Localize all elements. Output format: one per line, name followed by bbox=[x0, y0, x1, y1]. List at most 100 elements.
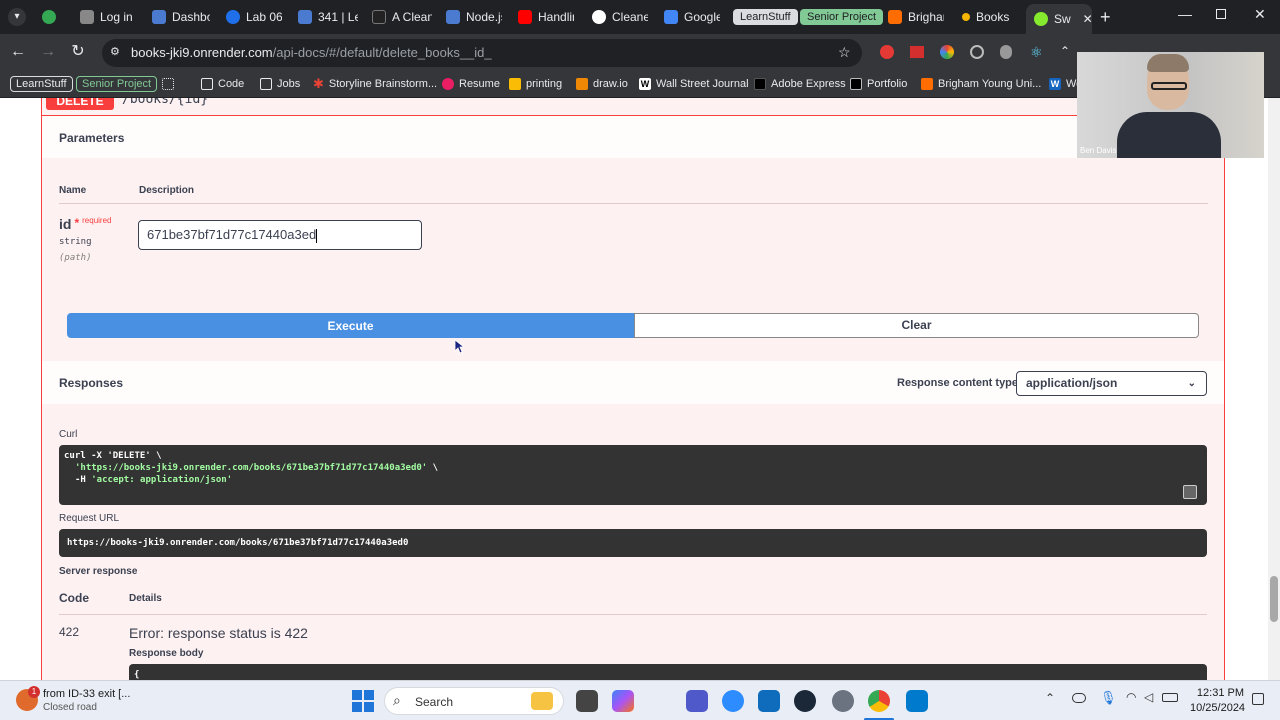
chevron-down-icon: ⌄ bbox=[1187, 378, 1196, 389]
tab-favicon bbox=[152, 10, 166, 24]
close-tab-icon[interactable]: ✕ bbox=[1083, 12, 1092, 26]
webcam-person-glasses bbox=[1151, 82, 1187, 90]
bookmark-drawio[interactable]: draw.io bbox=[576, 75, 628, 93]
byu-icon bbox=[921, 78, 933, 90]
bookmark-group-senior-project[interactable]: Senior Project bbox=[76, 75, 158, 93]
tab-8[interactable]: Handlin bbox=[518, 7, 574, 27]
zoom-icon[interactable] bbox=[722, 690, 744, 712]
execute-button[interactable]: Execute bbox=[67, 313, 634, 338]
tab-label: Log in bbox=[100, 10, 133, 24]
extension-icon[interactable] bbox=[880, 45, 894, 59]
close-window-icon[interactable]: ✕ bbox=[1254, 6, 1266, 23]
tab-6[interactable]: A Clean bbox=[372, 7, 432, 27]
clear-button[interactable]: Clear bbox=[634, 313, 1199, 338]
request-url-label: Request URL bbox=[59, 513, 120, 524]
tab-13[interactable]: Brighan bbox=[888, 7, 944, 27]
bookmark-storyline[interactable]: ✱ Storyline Brainstorm... bbox=[313, 75, 437, 93]
bookmark-resume[interactable]: Resume bbox=[442, 75, 500, 93]
react-devtools-icon[interactable]: ⚛ bbox=[1030, 44, 1043, 61]
tab-favicon bbox=[446, 10, 460, 24]
clock-time[interactable]: 12:31 PM bbox=[1196, 687, 1244, 699]
scrollbar-thumb[interactable] bbox=[1270, 576, 1278, 622]
bookmark-printing[interactable]: printing bbox=[509, 75, 562, 93]
notification-center-icon[interactable] bbox=[1252, 693, 1264, 705]
bookmark-portfolio[interactable]: Portfolio bbox=[850, 75, 907, 93]
task-view-icon[interactable] bbox=[576, 690, 598, 712]
bookmark-folder-code[interactable]: Code bbox=[201, 75, 244, 93]
tab-group-senior-project[interactable]: Senior Project bbox=[800, 7, 884, 27]
tab-active-swagger[interactable]: Sw ✕ bbox=[1026, 4, 1092, 34]
clock-date[interactable]: 10/25/2024 bbox=[1190, 702, 1245, 714]
extension-icon[interactable]: ⌃ bbox=[1060, 44, 1070, 58]
outlook-icon[interactable] bbox=[758, 690, 780, 712]
new-tab-icon[interactable]: + bbox=[1100, 7, 1111, 28]
response-body-text: { bbox=[134, 670, 140, 680]
bookmark-label: Adobe Express bbox=[771, 78, 846, 90]
search-icon: ⌕ bbox=[393, 692, 401, 708]
teams-icon[interactable] bbox=[686, 690, 708, 712]
microphone-icon[interactable]: 🎙 bbox=[1100, 690, 1117, 706]
tab-label: A Clean bbox=[392, 10, 432, 24]
curl-flag: -H bbox=[75, 475, 92, 485]
tab-group-learnstuff[interactable]: LearnStuff bbox=[733, 7, 798, 27]
apps-grid-icon[interactable] bbox=[162, 75, 174, 93]
tab-1[interactable] bbox=[42, 7, 56, 27]
method-badge: DELETE bbox=[46, 98, 114, 110]
parameters-header bbox=[42, 116, 1224, 158]
reload-icon[interactable]: ↻ bbox=[68, 42, 88, 62]
extension-icon[interactable] bbox=[970, 45, 984, 59]
divider bbox=[59, 203, 1208, 204]
tab-label: Books bbox=[976, 10, 1010, 24]
weather-title[interactable]: from ID-33 exit [... bbox=[43, 688, 130, 700]
speaker-icon[interactable]: ◁ bbox=[1144, 690, 1153, 704]
tab-favicon bbox=[664, 10, 678, 24]
webcam-person-shirt bbox=[1117, 112, 1221, 158]
bookmark-label: Code bbox=[218, 78, 245, 90]
site-info-icon[interactable]: ⚙ bbox=[110, 46, 122, 58]
taskbar-search-box[interactable]: ⌕ Search bbox=[384, 687, 564, 715]
copilot-icon[interactable] bbox=[612, 690, 634, 712]
settings-gear-icon[interactable] bbox=[832, 690, 854, 712]
response-content-type-select[interactable]: application/json ⌄ bbox=[1016, 371, 1207, 396]
tab-4[interactable]: Lab 06 bbox=[226, 7, 282, 27]
tab-9[interactable]: Cleaner bbox=[592, 7, 648, 27]
url-text[interactable]: books-jki9.onrender.com/api-docs/#/defau… bbox=[131, 45, 492, 60]
maximize-icon[interactable] bbox=[1216, 9, 1226, 19]
id-param-value: 671be37bf71d77c17440a3ed bbox=[147, 227, 317, 242]
bookmark-folder-jobs[interactable]: Jobs bbox=[260, 75, 300, 93]
bookmark-star-icon[interactable]: ☆ bbox=[838, 44, 851, 61]
tab-label: Sw bbox=[1054, 12, 1071, 26]
tab-label: Handlin bbox=[538, 10, 574, 24]
tab-favicon bbox=[42, 10, 56, 24]
bookmark-byu[interactable]: Brigham Young Uni... bbox=[921, 75, 1041, 93]
copy-icon[interactable] bbox=[1183, 485, 1197, 499]
tab-search-icon[interactable]: ▾ bbox=[8, 8, 26, 26]
id-param-input[interactable]: 671be37bf71d77c17440a3ed bbox=[138, 220, 422, 250]
tab-2[interactable]: Log in bbox=[80, 7, 140, 27]
bookmark-group-learnstuff[interactable]: LearnStuff bbox=[10, 75, 73, 93]
extension-icon[interactable] bbox=[1000, 45, 1012, 59]
mouse-cursor-icon bbox=[455, 340, 465, 354]
vscode-icon[interactable] bbox=[906, 690, 928, 712]
minimize-icon[interactable]: — bbox=[1178, 6, 1192, 22]
wifi-icon[interactable]: ◠ bbox=[1126, 690, 1136, 704]
bookmark-wsj[interactable]: W Wall Street Journal bbox=[639, 75, 749, 93]
response-error-text: Error: response status is 422 bbox=[129, 625, 308, 641]
tab-3[interactable]: Dashbo bbox=[152, 7, 210, 27]
battery-icon[interactable] bbox=[1162, 693, 1178, 702]
tab-7[interactable]: Node.js bbox=[446, 7, 502, 27]
extension-icon[interactable] bbox=[910, 46, 924, 58]
tray-chevron-icon[interactable]: ⌃ bbox=[1045, 691, 1055, 705]
extension-icon[interactable] bbox=[940, 45, 954, 59]
chrome-icon[interactable] bbox=[868, 690, 890, 712]
back-icon[interactable]: ← bbox=[8, 42, 28, 62]
tab-14[interactable]: Books bbox=[962, 7, 1018, 27]
windows-start-icon[interactable] bbox=[352, 690, 374, 712]
tab-10[interactable]: Google bbox=[664, 7, 720, 27]
bookmark-adobe-express[interactable]: Adobe Express bbox=[754, 75, 846, 93]
onedrive-icon[interactable] bbox=[1072, 693, 1086, 703]
page-scrollbar[interactable] bbox=[1268, 98, 1280, 680]
curl-line-3: -H 'accept: application/json' bbox=[64, 474, 1202, 486]
steam-icon[interactable] bbox=[794, 690, 816, 712]
tab-5[interactable]: 341 | Le bbox=[298, 7, 358, 27]
